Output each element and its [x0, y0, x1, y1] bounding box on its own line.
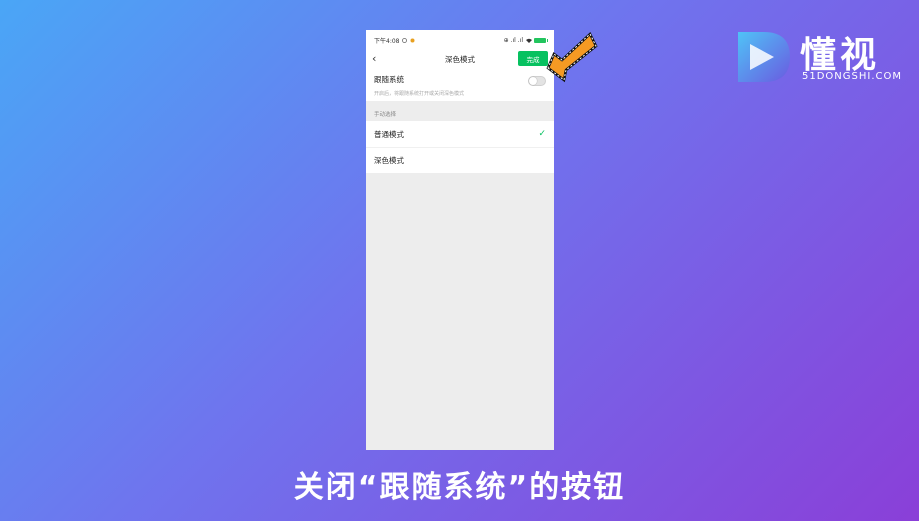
nav-bar: ‹ 深色模式 完成: [366, 50, 554, 68]
logo-mark-icon: [738, 32, 790, 82]
status-right: ⊕ .ıl .ıl: [503, 36, 548, 44]
follow-system-title: 跟随系统: [374, 75, 404, 84]
follow-system-row: 跟随系统 开启后，将跟随系统打开或关闭深色模式: [366, 68, 554, 101]
option-normal-mode[interactable]: 普通模式 ✓: [366, 121, 554, 147]
logo: 懂视 51DONGSHI.COM: [734, 28, 904, 90]
back-button[interactable]: ‹: [372, 52, 376, 66]
toggle-knob: [529, 77, 537, 85]
page-title: 深色模式: [445, 54, 475, 64]
status-left: 下午4:08: [374, 36, 415, 45]
option-label: 普通模式: [374, 129, 404, 139]
app-icon: [410, 38, 415, 43]
manual-section-label: 手动选择: [374, 112, 397, 118]
phone-screen: 下午4:08 ⊕ .ıl .ıl ‹ 深色模式 完成 跟随系统 开启后，将跟随系…: [366, 30, 554, 450]
signal-icons: ⊕ .ıl .ıl: [503, 36, 523, 44]
notification-icon: [402, 37, 408, 43]
status-time: 下午4:08: [374, 37, 400, 45]
pointer-arrow-icon: [546, 31, 598, 83]
logo-url: 51DONGSHI.COM: [802, 71, 903, 82]
follow-system-description: 开启后，将跟随系统打开或关闭深色模式: [374, 91, 465, 97]
wifi-icon: [526, 38, 532, 43]
option-dark-mode[interactable]: 深色模式: [366, 147, 554, 173]
option-label: 深色模式: [374, 156, 404, 165]
caption: 关闭“跟随系统”的按钮: [293, 470, 626, 505]
status-bar: 下午4:08 ⊕ .ıl .ıl: [366, 30, 554, 50]
checkmark-icon: ✓: [538, 129, 546, 139]
